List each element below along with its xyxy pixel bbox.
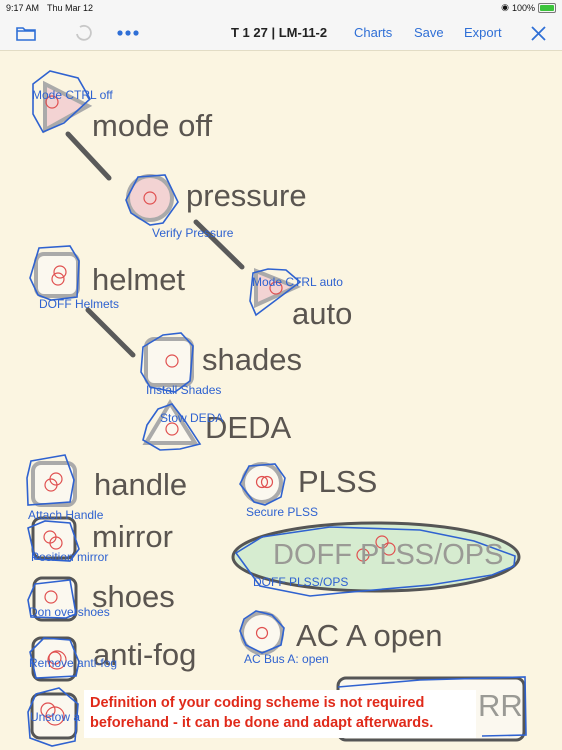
node-label: Position mirror [31,550,109,564]
node-label: Mode CTRL auto [252,275,343,289]
node-label: Mode CTRL off [32,88,113,102]
node-shape-ac-a-open[interactable] [239,610,285,655]
node-shape-helmet[interactable] [29,245,80,301]
node-label: Don overshoes [29,605,110,619]
node-label: Verify Pressure [152,226,234,240]
node-label: DOFF Helmets [39,297,120,311]
node-word: DOFF PLSS/OPS [273,539,504,571]
node-word: RR [478,688,523,723]
node-word: shades [202,342,302,377]
node-label: Stow DEDA [160,411,224,425]
node-label: AC Bus A: open [244,652,329,666]
node-word: helmet [92,262,186,297]
node-word: auto [292,296,353,331]
node-label: Remove anti-fog [29,656,118,670]
annotation-note: Definition of your coding scheme is not … [84,690,476,738]
node-word: PLSS [298,464,378,499]
node-label: Install Shades [146,383,222,397]
node-label: Unstow a [30,710,81,724]
node-label: DOFF PLSS/OPS [253,575,349,589]
node-word: AC A open [296,618,443,653]
node-shape-plss[interactable] [239,462,286,506]
node-word: handle [94,467,188,502]
note-line-1: Definition of your coding scheme is not … [90,695,425,711]
node-shape-handle[interactable] [26,454,77,507]
node-label: Secure PLSS [246,505,319,519]
node-word: pressure [186,178,307,213]
node-shape-pressure[interactable] [125,174,179,226]
note-line-2: beforehand - it can be done and adapt af… [90,715,434,731]
connector-line [85,307,136,358]
node-word: mode off [92,108,213,143]
